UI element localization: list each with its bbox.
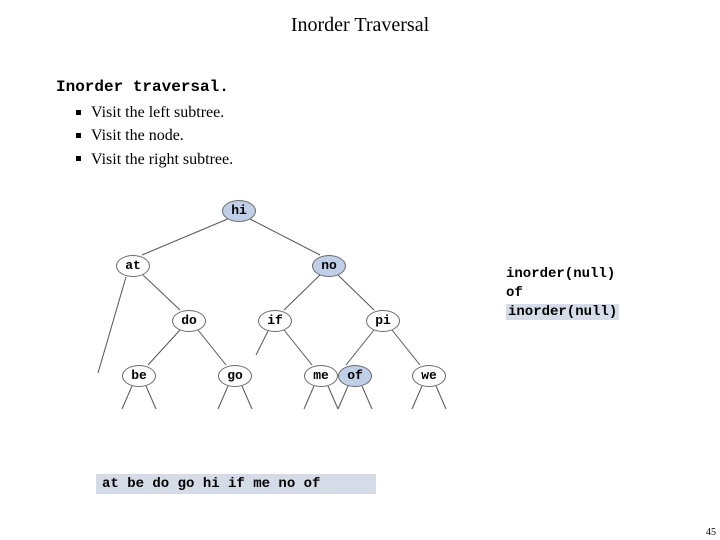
tree-node-at: at	[116, 255, 150, 277]
tree-node-we: we	[412, 365, 446, 387]
bullet-item: Visit the right subtree.	[76, 148, 233, 171]
tree-node-hi: hi	[222, 200, 256, 222]
content-block: Inorder traversal. Visit the left subtre…	[56, 76, 233, 171]
tree-node-do: do	[172, 310, 206, 332]
page-number: 45	[706, 527, 716, 538]
output-sequence: at be do go hi if me no of	[96, 474, 376, 494]
tree-node-no: no	[312, 255, 346, 277]
tree-diagram: hi at no do if pi be go me of we	[56, 195, 476, 455]
tree-node-go: go	[218, 365, 252, 387]
slide-title: Inorder Traversal	[0, 0, 720, 37]
bullet-item: Visit the node.	[76, 124, 233, 147]
side-code-line: inorder(null)	[506, 265, 619, 284]
side-code-highlight: inorder(null)	[506, 304, 619, 320]
tree-node-pi: pi	[366, 310, 400, 332]
section-heading: Inorder traversal.	[56, 76, 233, 99]
tree-node-me: me	[304, 365, 338, 387]
bullet-item: Visit the left subtree.	[76, 101, 233, 124]
tree-node-of: of	[338, 365, 372, 387]
side-code-line: of	[506, 284, 619, 303]
tree-node-if: if	[258, 310, 292, 332]
tree-node-be: be	[122, 365, 156, 387]
side-code-line: inorder(null)	[506, 303, 619, 322]
side-code: inorder(null) of inorder(null)	[506, 265, 619, 322]
bullet-list: Visit the left subtree. Visit the node. …	[56, 101, 233, 171]
slide: Inorder Traversal Inorder traversal. Vis…	[0, 0, 720, 540]
